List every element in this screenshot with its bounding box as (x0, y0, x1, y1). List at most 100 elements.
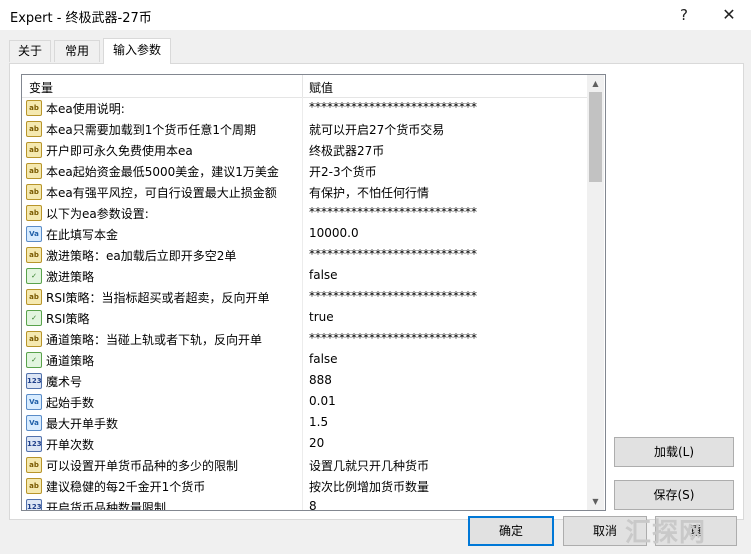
type-dbl-icon: Va (26, 226, 42, 242)
type-str-icon: ab (26, 457, 42, 473)
type-dbl-icon: Va (26, 394, 42, 410)
parameter-name: 起始手数 (46, 396, 95, 410)
parameter-name: 开启货币品种数量限制 (46, 501, 167, 511)
parameter-value[interactable]: 888 (309, 373, 332, 387)
parameter-value[interactable]: **************************** (309, 247, 477, 261)
parameter-name: 激进策略 (46, 270, 95, 284)
parameter-value[interactable]: 终极武器27币 (309, 142, 384, 159)
parameter-value[interactable]: 开2-3个货币 (309, 163, 377, 180)
load-button[interactable]: 加载(L) (614, 437, 734, 467)
parameter-value[interactable]: 8 (309, 499, 317, 510)
close-button[interactable]: ✕ (716, 4, 742, 26)
cell-divider (302, 475, 303, 496)
parameter-name: RSI策略：当指标超买或者超卖，反向开单 (46, 291, 270, 305)
type-int-icon: 123 (26, 373, 42, 389)
parameter-value[interactable]: 按次比例增加货币数量 (309, 478, 429, 495)
parameter-row[interactable]: ✓ 激进策略 false (22, 265, 587, 286)
parameter-row[interactable]: Va 起始手数 0.01 (22, 391, 587, 412)
parameter-row[interactable]: ab 可以设置开单货币品种的多少的限制 设置几就只开几种货币 (22, 454, 587, 475)
vertical-scrollbar[interactable]: ▲ ▼ (587, 75, 604, 510)
title-bar: Expert - 终极武器-27币 ? ✕ (0, 0, 751, 30)
cell-divider (302, 454, 303, 475)
parameter-row[interactable]: ab 本ea使用说明: **************************** (22, 97, 587, 118)
type-bool-icon: ✓ (26, 310, 42, 326)
tab-inputs[interactable]: 输入参数 (103, 38, 171, 64)
parameter-value[interactable]: 0.01 (309, 394, 336, 408)
parameter-row[interactable]: ab 本ea有强平风控，可自行设置最大止损金额 有保护，不怕任何行情 (22, 181, 587, 202)
scroll-down-icon[interactable]: ▼ (587, 493, 604, 510)
grid-rows: ab 本ea使用说明: **************************** ab… (22, 97, 587, 511)
cell-divider (302, 433, 303, 454)
type-str-icon: ab (26, 247, 42, 263)
parameter-value[interactable]: 20 (309, 436, 324, 450)
parameter-name: 以下为ea参数设置: (46, 207, 149, 221)
type-str-icon: ab (26, 184, 42, 200)
parameter-value[interactable]: true (309, 310, 334, 324)
parameter-value[interactable]: 就可以开启27个货币交易 (309, 121, 444, 138)
window-title: Expert - 终极武器-27币 (10, 11, 152, 26)
type-str-icon: ab (26, 121, 42, 137)
column-header-value[interactable]: 赋值 (309, 79, 333, 96)
column-header-variable[interactable]: 变量 (29, 79, 53, 96)
cell-divider (302, 160, 303, 181)
tab-about[interactable]: 关于 (9, 40, 51, 62)
parameter-row[interactable]: Va 最大开单手数 1.5 (22, 412, 587, 433)
parameter-row[interactable]: ab 通道策略：当碰上轨或者下轨，反向开单 ********************… (22, 328, 587, 349)
parameter-row[interactable]: ✓ 通道策略 false (22, 349, 587, 370)
help-button[interactable]: ? (671, 4, 697, 26)
parameter-row[interactable]: 123 开单次数 20 (22, 433, 587, 454)
parameter-name: 建议稳健的每2千金开1个货币 (46, 480, 206, 494)
type-str-icon: ab (26, 205, 42, 221)
cell-divider (302, 349, 303, 370)
watermark-logo: 汇探网 (625, 518, 707, 548)
parameter-name: 开户即可永久免费使用本ea (46, 144, 193, 158)
parameter-value[interactable]: **************************** (309, 205, 477, 219)
parameter-value[interactable]: **************************** (309, 289, 477, 303)
parameter-name: 本ea使用说明: (46, 102, 125, 116)
save-button[interactable]: 保存(S) (614, 480, 734, 510)
scroll-up-icon[interactable]: ▲ (587, 75, 604, 92)
parameter-value[interactable]: 1.5 (309, 415, 328, 429)
parameter-row[interactable]: ✓ RSI策略 true (22, 307, 587, 328)
type-bool-icon: ✓ (26, 352, 42, 368)
parameter-name: 本ea有强平风控，可自行设置最大止损金额 (46, 186, 277, 200)
parameter-row[interactable]: ab 开户即可永久免费使用本ea 终极武器27币 (22, 139, 587, 160)
type-str-icon: ab (26, 289, 42, 305)
ok-button[interactable]: 确定 (468, 516, 554, 546)
parameter-value[interactable]: 有保护，不怕任何行情 (309, 184, 429, 201)
type-str-icon: ab (26, 163, 42, 179)
parameter-name: 魔术号 (46, 375, 83, 389)
tab-common[interactable]: 常用 (54, 40, 100, 62)
parameter-row[interactable]: 123 魔术号 888 (22, 370, 587, 391)
parameter-value[interactable]: 设置几就只开几种货币 (309, 457, 429, 474)
cell-divider (302, 391, 303, 412)
cell-divider (302, 244, 303, 265)
parameter-row[interactable]: ab 本ea起始资金最低5000美金，建议1万美金 开2-3个货币 (22, 160, 587, 181)
parameter-row[interactable]: Va 在此填写本金 10000.0 (22, 223, 587, 244)
grid-header: 变量 赋值 (22, 75, 587, 98)
scrollbar-thumb[interactable] (589, 92, 602, 182)
cell-divider (302, 265, 303, 286)
type-int-icon: 123 (26, 436, 42, 452)
column-divider[interactable] (302, 75, 303, 97)
type-dbl-icon: Va (26, 415, 42, 431)
parameter-row[interactable]: ab 激进策略：ea加载后立即开多空2单 *********************… (22, 244, 587, 265)
parameter-name: 可以设置开单货币品种的多少的限制 (46, 459, 239, 473)
parameter-value[interactable]: false (309, 268, 338, 282)
parameter-value[interactable]: 10000.0 (309, 226, 359, 240)
parameter-row[interactable]: ab 建议稳健的每2千金开1个货币 按次比例增加货币数量 (22, 475, 587, 496)
cell-divider (302, 307, 303, 328)
type-int-icon: 123 (26, 499, 42, 510)
tab-strip: 关于 常用 输入参数 (0, 38, 751, 64)
parameter-name: 激进策略：ea加载后立即开多空2单 (46, 249, 237, 263)
parameter-row[interactable]: ab 以下为ea参数设置: **************************** (22, 202, 587, 223)
cell-divider (302, 118, 303, 139)
parameter-row[interactable]: 123 开启货币品种数量限制 8 (22, 496, 587, 511)
parameter-row[interactable]: ab 本ea只需要加载到1个货币任意1个周期 就可以开启27个货币交易 (22, 118, 587, 139)
cell-divider (302, 328, 303, 349)
cell-divider (302, 370, 303, 391)
parameter-value[interactable]: **************************** (309, 100, 477, 114)
parameter-row[interactable]: ab RSI策略：当指标超买或者超卖，反向开单 ******************… (22, 286, 587, 307)
parameter-value[interactable]: false (309, 352, 338, 366)
parameter-value[interactable]: **************************** (309, 331, 477, 345)
